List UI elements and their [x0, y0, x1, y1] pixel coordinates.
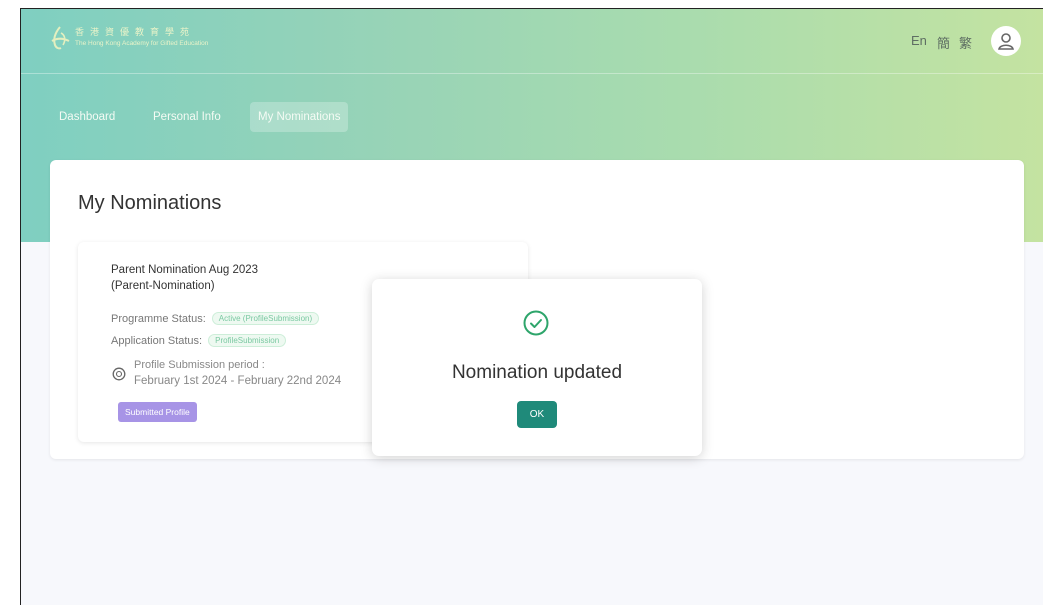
success-dialog: Nomination updated OK: [372, 279, 702, 456]
user-avatar-button[interactable]: [991, 26, 1021, 56]
logo-english-name: The Hong Kong Academy for Gifted Educati…: [75, 40, 209, 47]
tab-my-nominations[interactable]: My Nominations: [250, 102, 349, 132]
submission-period-value: February 1st 2024 - February 22nd 2024: [134, 375, 342, 387]
logo-chinese-name: 香港資優教育學苑: [75, 28, 196, 38]
check-circle-icon: [523, 310, 549, 336]
application-status-row: Application Status: ProfileSubmission: [111, 334, 287, 347]
dialog-message: Nomination updated: [451, 362, 623, 383]
submitted-profile-button[interactable]: Submitted Profile: [118, 402, 197, 422]
tab-personal-info[interactable]: Personal Info: [145, 102, 229, 132]
ok-button[interactable]: OK: [517, 401, 557, 428]
language-simplified[interactable]: 簡: [937, 33, 950, 52]
user-icon: [998, 33, 1014, 50]
language-en[interactable]: En: [911, 33, 927, 48]
language-traditional[interactable]: 繁: [959, 33, 972, 52]
logo[interactable]: 香港資優教育學苑 The Hong Kong Academy for Gifte…: [49, 25, 208, 51]
nomination-subtitle: (Parent-Nomination): [111, 280, 215, 292]
top-bar: 香港資優教育學苑 The Hong Kong Academy for Gifte…: [21, 9, 1043, 74]
nomination-title: Parent Nomination Aug 2023: [111, 264, 259, 276]
application-status-badge: ProfileSubmission: [208, 334, 287, 347]
programme-status-label: Programme Status:: [111, 312, 206, 325]
page-title: My Nominations: [78, 192, 222, 214]
app-frame: 香港資優教育學苑 The Hong Kong Academy for Gifte…: [20, 8, 1043, 605]
programme-status-badge: Active (ProfileSubmission): [211, 312, 320, 325]
logo-text: 香港資優教育學苑 The Hong Kong Academy for Gifte…: [75, 28, 208, 48]
submission-period-label: Profile Submission period :: [134, 359, 265, 371]
nomination-title-block: Parent Nomination Aug 2023 (Parent-Nomin…: [111, 262, 411, 294]
application-status-label: Application Status:: [111, 334, 203, 347]
tab-dashboard[interactable]: Dashboard: [51, 102, 123, 132]
clock-icon: [112, 367, 126, 381]
programme-status-row: Programme Status: Active (ProfileSubmiss…: [111, 312, 320, 325]
logo-icon: [51, 26, 70, 50]
